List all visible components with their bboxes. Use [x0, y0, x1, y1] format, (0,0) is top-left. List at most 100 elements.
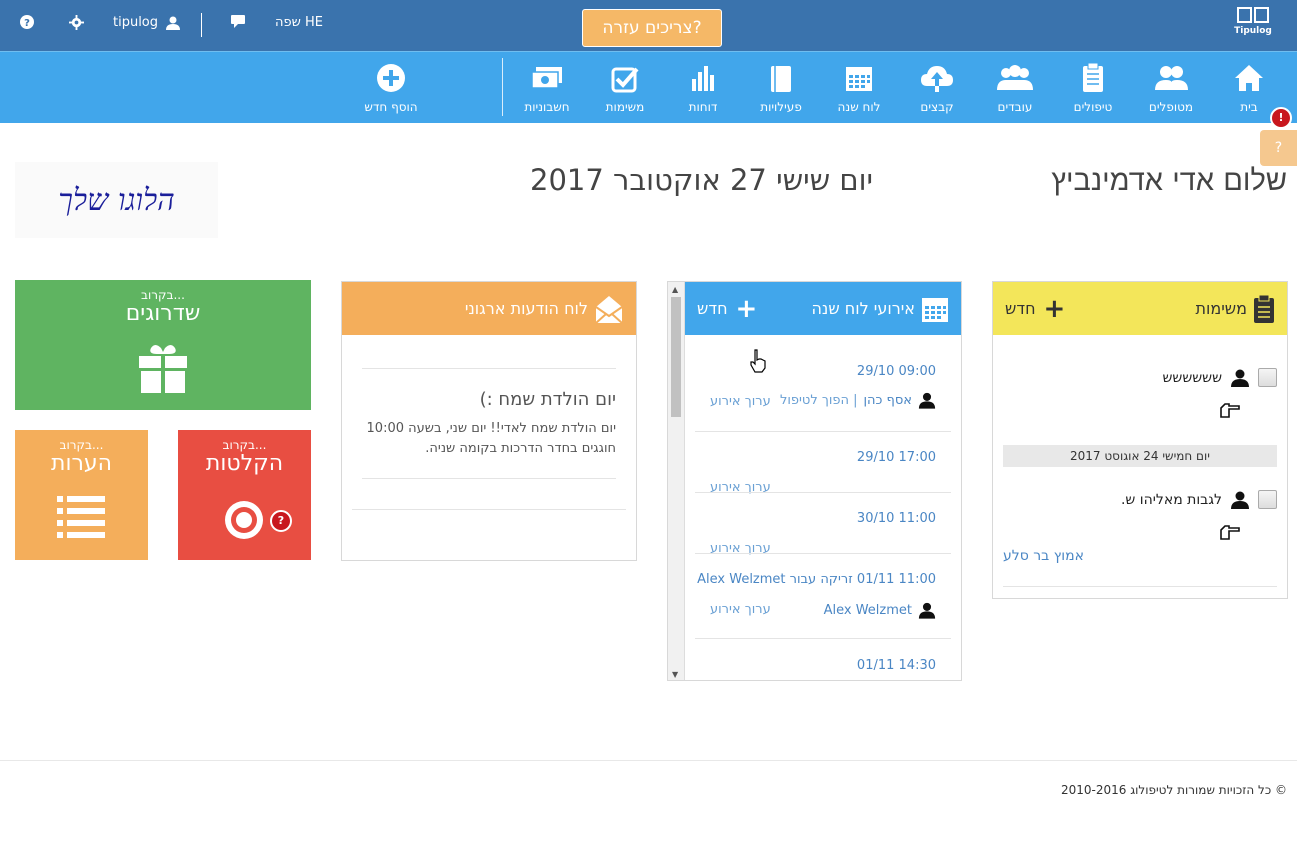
divider: [362, 368, 616, 369]
nav-label: משימות: [605, 100, 645, 114]
events-scrollbar[interactable]: ▲ ▼: [668, 282, 685, 680]
current-date: יום שישי 27 אוקטובר 2017: [530, 163, 873, 197]
org-bulletin-panel: לוח הודעות ארגוני יום הולדת שמח :) יום ה…: [341, 281, 637, 561]
edit-event-link[interactable]: ערוך אירוע: [710, 602, 771, 617]
nav-add-new[interactable]: הוסף חדש: [351, 62, 431, 114]
nav-activities[interactable]: פעילויות: [741, 62, 821, 114]
nav-label: טיפולים: [1073, 100, 1113, 114]
edit-event-link[interactable]: ערוך אירוע: [710, 394, 771, 409]
task-text[interactable]: שששששש: [1162, 370, 1222, 386]
help-icon[interactable]: ?: [20, 15, 34, 29]
book-icon: [771, 66, 791, 92]
task-checkbox[interactable]: [1258, 368, 1277, 387]
tasks-panel-header: משימות + חדש: [993, 282, 1287, 335]
tasks-panel: משימות + חדש שששששש יום חמישי 24 אוגוסט …: [992, 281, 1288, 599]
event-item: 11:00 01/11 זריקה עבור Alex Welzmet Alex…: [695, 570, 951, 650]
workers-icon: [997, 65, 1033, 90]
task-text[interactable]: לגבות מאליהו ש.: [1121, 492, 1222, 508]
nav-label: פעילויות: [760, 100, 802, 114]
plus-icon: +: [735, 293, 758, 324]
envelope-open-icon: [595, 295, 623, 324]
tipulog-logo[interactable]: Tipulog: [1231, 7, 1275, 47]
event-time[interactable]: 14:30 01/11: [857, 658, 936, 673]
user-menu[interactable]: tipulog: [113, 15, 181, 30]
nav-treatments[interactable]: טיפולים: [1053, 62, 1133, 114]
event-person[interactable]: אסף כהן: [864, 393, 912, 408]
event-item: 14:30 01/11: [695, 656, 951, 680]
brand-name: Tipulog: [1234, 26, 1272, 36]
divider: [695, 492, 951, 493]
new-task-button[interactable]: + חדש: [1005, 296, 1065, 322]
tasks-title: משימות: [1195, 299, 1247, 318]
task-checkbox[interactable]: [1258, 490, 1277, 509]
mouse-cursor-icon: [750, 349, 766, 373]
notes-tile[interactable]: בקרוב... הערות: [15, 430, 148, 560]
need-help-button[interactable]: צריכים עזרה?: [582, 9, 722, 47]
hand-pointer-icon: [1220, 403, 1240, 418]
records-help-badge[interactable]: ?: [270, 510, 292, 532]
gift-icon: [139, 345, 187, 393]
new-event-button[interactable]: + חדש: [697, 296, 757, 322]
event-time[interactable]: 11:00 01/11 זריקה עבור Alex Welzmet: [697, 572, 936, 587]
nav-workers[interactable]: עובדים: [975, 62, 1055, 114]
user-icon: [1231, 369, 1249, 387]
tile-title: הערות: [50, 451, 112, 476]
clipboard-icon: [1083, 62, 1103, 92]
event-person[interactable]: Alex Welzmet: [824, 603, 912, 618]
nav-tasks[interactable]: משימות: [585, 62, 665, 114]
recordings-tile[interactable]: בקרוב... הקלטות ?: [178, 430, 311, 560]
notification-badge[interactable]: !: [1270, 107, 1292, 129]
new-label: חדש: [1005, 299, 1036, 318]
nav-home[interactable]: בית: [1209, 62, 1289, 114]
nav-reports[interactable]: דוחות: [663, 62, 743, 114]
event-time[interactable]: 09:00 29/10: [857, 364, 936, 379]
task-action[interactable]: [1219, 525, 1241, 541]
nav-calendar[interactable]: לוח שנה: [819, 62, 899, 114]
task-action[interactable]: [1219, 403, 1241, 419]
scroll-down-icon[interactable]: ▼: [672, 670, 678, 679]
list-icon: [57, 496, 105, 538]
check-icon: [611, 67, 639, 93]
coming-soon-label: בקרוב...: [222, 438, 267, 452]
event-time[interactable]: 11:00 30/10: [857, 511, 936, 526]
calendar-icon: [922, 297, 948, 322]
tile-title: שדרוגים: [125, 301, 201, 326]
settings-gear-icon[interactable]: [69, 15, 84, 30]
language-selector[interactable]: שפה HE: [275, 15, 323, 30]
calendar-icon: [846, 67, 872, 91]
divider: [695, 431, 951, 432]
divider: [352, 509, 626, 510]
chat-icon[interactable]: [231, 15, 245, 28]
upgrades-tile[interactable]: בקרוב... שדרוגים: [15, 280, 311, 410]
question-icon: ?: [1274, 140, 1283, 156]
task-assignee-link[interactable]: אמוץ בר סלע: [1003, 548, 1084, 564]
tile-title: הקלטות: [205, 451, 284, 476]
cloud-upload-icon: [921, 66, 953, 92]
task-date-group: יום חמישי 24 אוגוסט 2017: [1003, 445, 1277, 467]
event-time[interactable]: 17:00 29/10: [857, 450, 936, 465]
bar-chart-icon: [692, 66, 714, 91]
scroll-thumb[interactable]: [671, 297, 681, 417]
scroll-up-icon[interactable]: ▲: [672, 285, 678, 294]
top-bar: ? tipulog שפה HE צריכים עזרה? Tipulog: [0, 0, 1297, 51]
post-text: יום הולדת שמח לאדי!! יום שני, בשעה 10:00…: [366, 421, 616, 456]
money-icon: [531, 67, 562, 89]
convert-to-treatment-link[interactable]: | הפוך לטיפול: [780, 393, 858, 408]
nav-label: הוסף חדש: [364, 100, 418, 114]
nav-files[interactable]: קבצים: [897, 62, 977, 114]
company-logo-placeholder: הלוגו שלך: [15, 162, 218, 238]
nav-invoices[interactable]: חשבוניות: [507, 62, 587, 114]
bulletin-title: לוח הודעות ארגוני: [464, 299, 588, 318]
nav-patients[interactable]: מטופלים: [1131, 62, 1211, 114]
nav-divider: [502, 58, 503, 116]
side-help-tab[interactable]: ?: [1260, 130, 1297, 166]
coming-soon-label: בקרוב...: [141, 288, 185, 302]
username: tipulog: [113, 15, 159, 30]
svg-text:?: ?: [24, 18, 30, 29]
nav-label: חשבוניות: [524, 100, 570, 114]
nav-label: בית: [1240, 100, 1258, 114]
nav-label: עובדים: [997, 100, 1033, 114]
nav-label: קבצים: [920, 100, 954, 114]
task-item: לגבות מאליהו ש.: [1121, 490, 1277, 509]
event-item: 11:00 30/10 ערוך אירוע: [695, 509, 951, 569]
